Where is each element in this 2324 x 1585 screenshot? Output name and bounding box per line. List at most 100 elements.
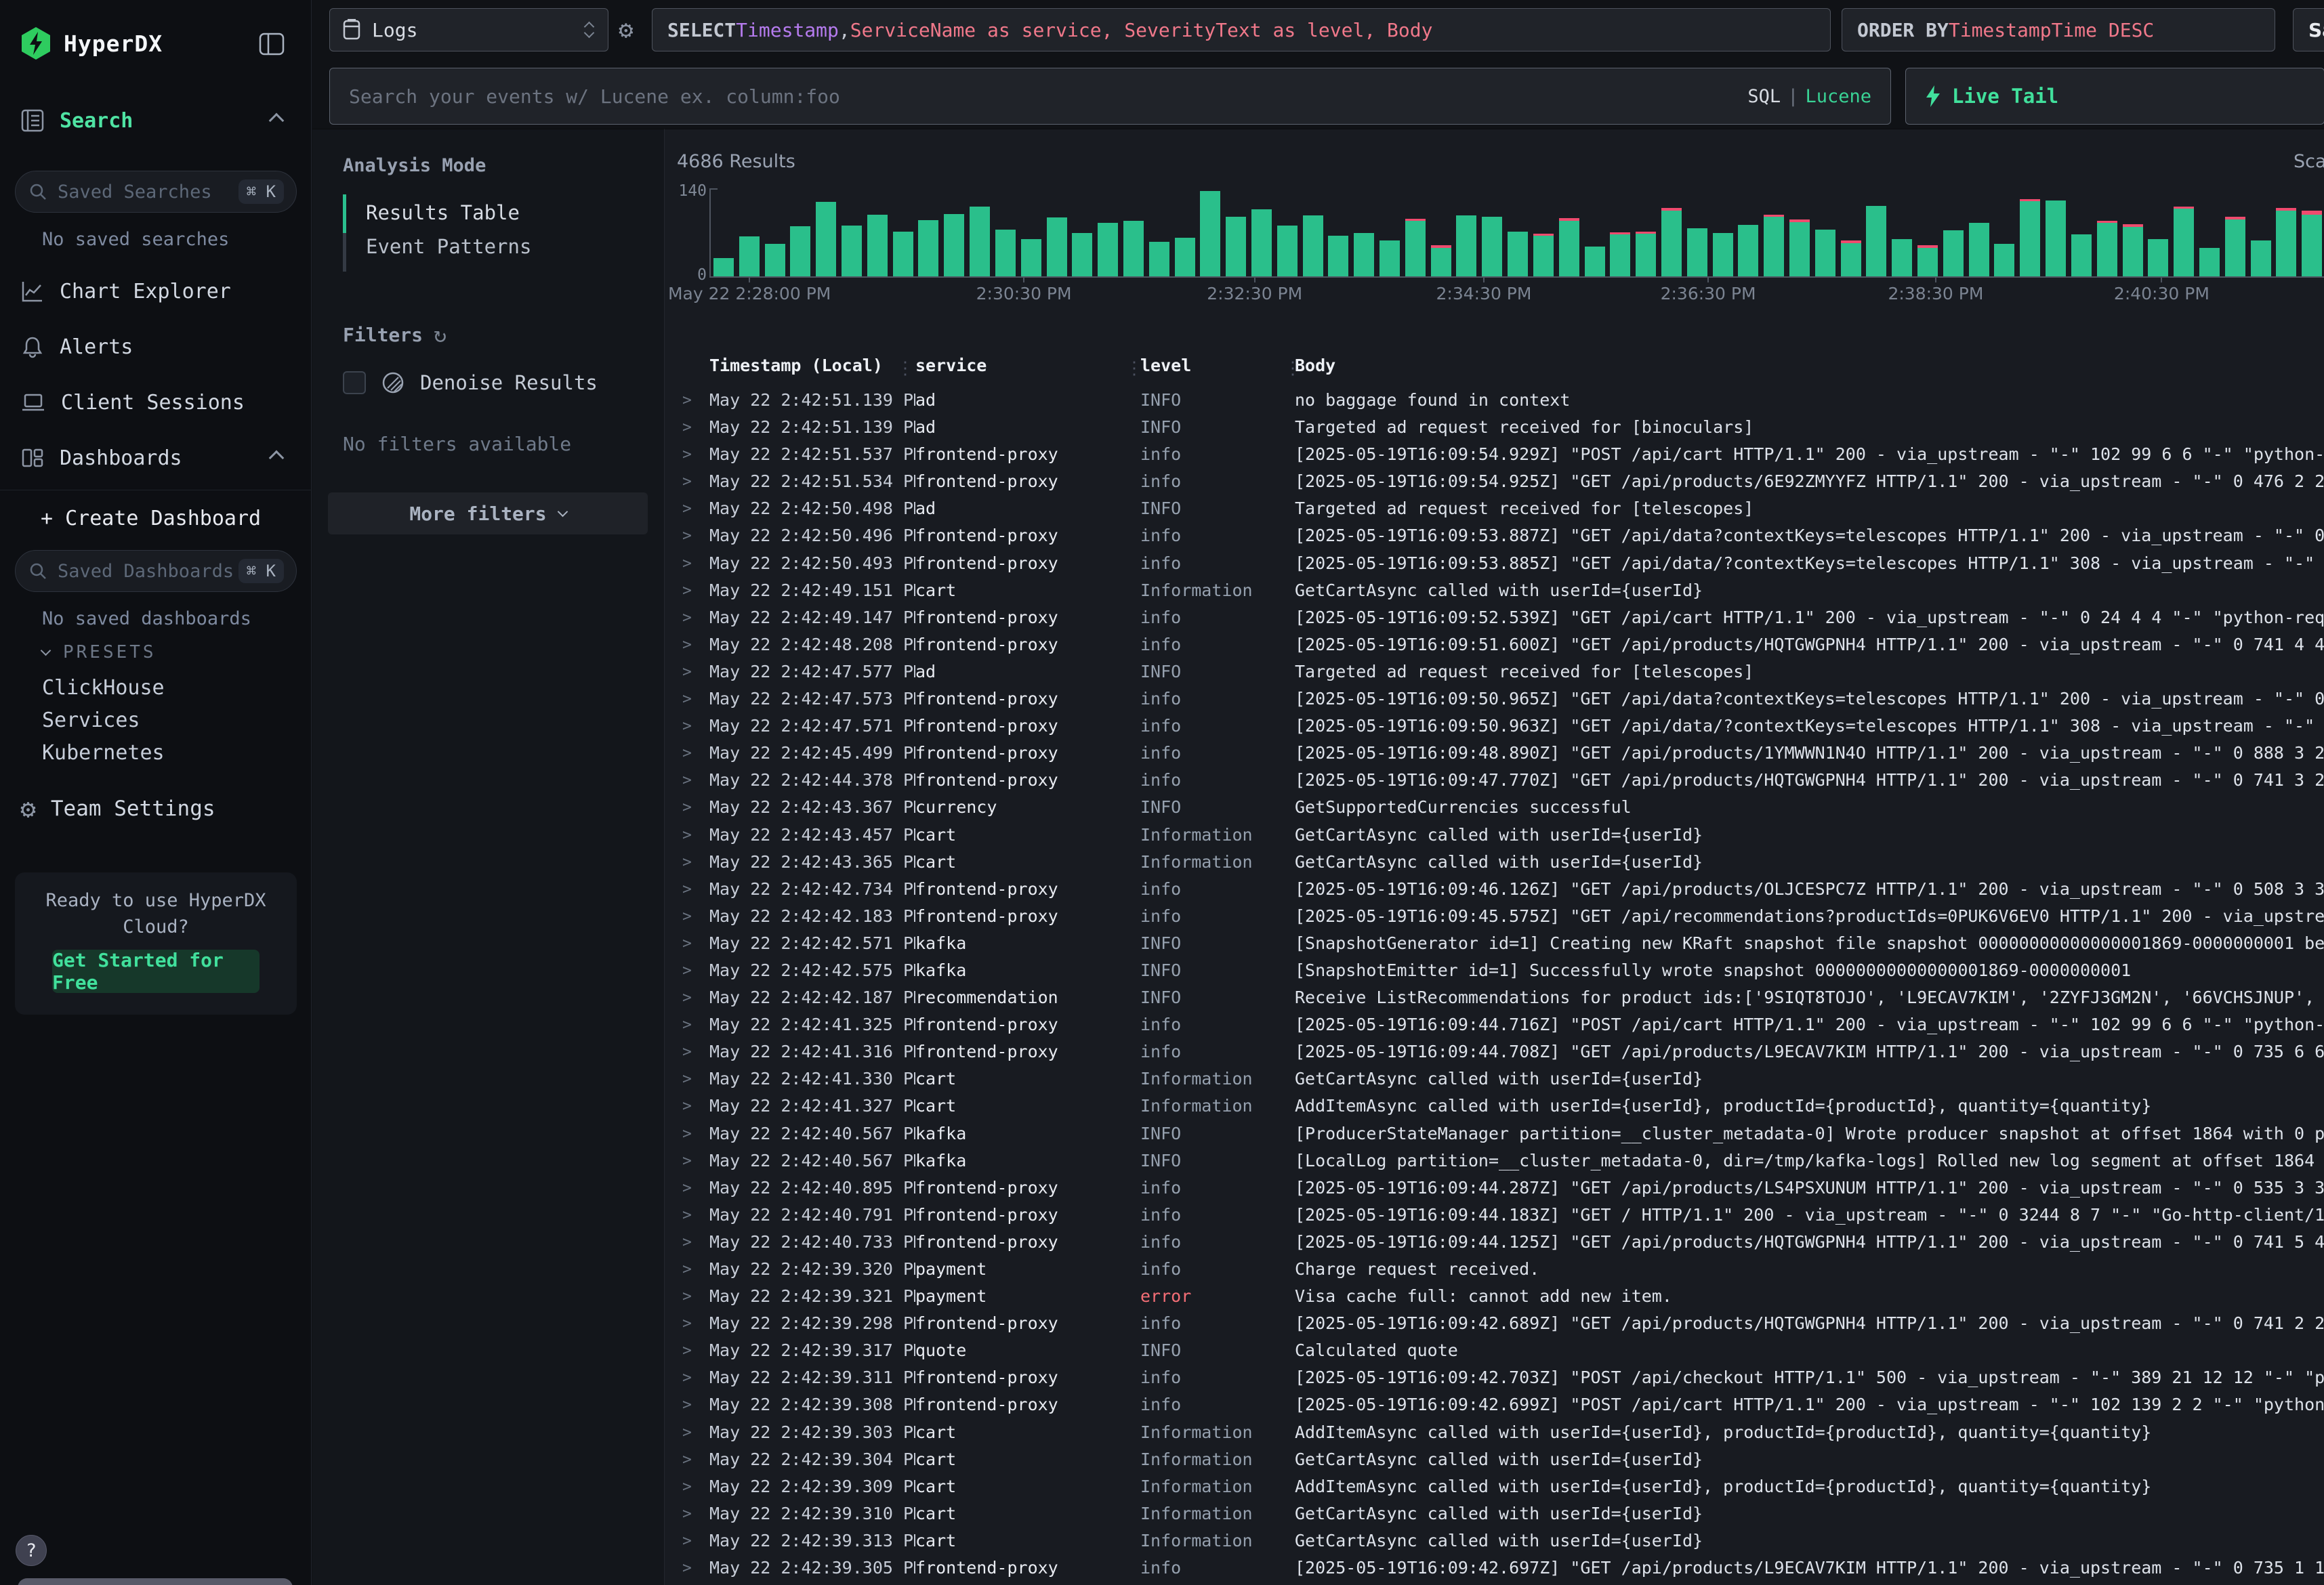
histogram-bar[interactable] <box>918 190 938 276</box>
histogram-bar[interactable] <box>2148 190 2168 276</box>
table-row[interactable]: >May 22 2:42:39.309 PMcartInformationAdd… <box>678 1473 2324 1500</box>
table-row[interactable]: >May 22 2:42:49.147 PMfrontend-proxyinfo… <box>678 604 2324 631</box>
histogram-bar[interactable] <box>1917 190 1938 276</box>
table-row[interactable]: >May 22 2:42:42.571 PMkafkaINFO[Snapshot… <box>678 930 2324 957</box>
table-row[interactable]: >May 22 2:42:47.573 PMfrontend-proxyinfo… <box>678 685 2324 713</box>
table-row[interactable]: >May 22 2:42:45.499 PMfrontend-proxyinfo… <box>678 740 2324 767</box>
histogram-bar[interactable] <box>2225 190 2245 276</box>
table-row[interactable]: >May 22 2:42:40.895 PMfrontend-proxyinfo… <box>678 1175 2324 1202</box>
sidebar-item-client-sessions[interactable]: Client Sessions <box>20 390 291 415</box>
histogram-bar[interactable] <box>1303 190 1323 276</box>
histogram-bar[interactable] <box>1456 190 1476 276</box>
histogram-bar[interactable] <box>1482 190 1502 276</box>
lucene-search-input[interactable]: Search your events w/ Lucene ex. column:… <box>329 68 1891 125</box>
table-row[interactable]: >May 22 2:42:50.496 PMfrontend-proxyinfo… <box>678 522 2324 549</box>
histogram-bar[interactable] <box>790 190 810 276</box>
table-row[interactable]: >May 22 2:42:41.327 PMcartInformationAdd… <box>678 1093 2324 1120</box>
collapse-sidebar-icon[interactable] <box>259 31 285 57</box>
table-row[interactable]: >May 22 2:42:41.316 PMfrontend-proxyinfo… <box>678 1038 2324 1065</box>
histogram-bar[interactable] <box>995 190 1016 276</box>
orderby-input[interactable]: ORDER BY TimestampTime DESC <box>1842 8 2275 51</box>
mode-results-table[interactable]: Results Table <box>366 201 520 224</box>
sidebar-item-search[interactable]: Search <box>20 108 291 133</box>
histogram-bar[interactable] <box>1533 190 1554 276</box>
table-row[interactable]: >May 22 2:42:39.308 PMfrontend-proxyinfo… <box>678 1391 2324 1418</box>
histogram-bar[interactable] <box>1431 190 1451 276</box>
histogram-bar[interactable] <box>1405 190 1426 276</box>
histogram-bar[interactable] <box>1175 190 1195 276</box>
table-row[interactable]: >May 22 2:42:39.300 PMfrontend-proxyinfo… <box>678 1582 2324 1585</box>
presets-collapse[interactable]: PRESETS <box>42 642 157 662</box>
histogram-bar[interactable] <box>1328 190 1348 276</box>
sidebar-item-alerts[interactable]: Alerts <box>20 335 291 359</box>
histogram-bar[interactable] <box>1251 190 1272 276</box>
histogram-bar[interactable] <box>816 190 836 276</box>
histogram-bar[interactable] <box>1226 190 1246 276</box>
table-row[interactable]: >May 22 2:42:40.567 PMkafkaINFO[LocalLog… <box>678 1147 2324 1175</box>
table-row[interactable]: >May 22 2:42:39.304 PMcartInformationGet… <box>678 1446 2324 1473</box>
histogram-bar[interactable] <box>1354 190 1374 276</box>
histogram-bar[interactable] <box>1021 190 1041 276</box>
table-row[interactable]: >May 22 2:42:47.577 PMadINFOTargeted ad … <box>678 658 2324 685</box>
column-resize-handle[interactable]: ⋮ <box>896 358 914 379</box>
table-row[interactable]: >May 22 2:42:44.378 PMfrontend-proxyinfo… <box>678 767 2324 794</box>
table-row[interactable]: >May 22 2:42:51.534 PMfrontend-proxyinfo… <box>678 468 2324 495</box>
histogram-bar[interactable] <box>1277 190 1298 276</box>
histogram-bar[interactable] <box>2071 190 2092 276</box>
refresh-filters-icon[interactable]: ↻ <box>434 322 447 347</box>
col-timestamp[interactable]: Timestamp (Local) <box>709 356 915 385</box>
source-settings-gear-icon[interactable]: ⚙ <box>619 16 634 44</box>
table-row[interactable]: >May 22 2:42:42.183 PMfrontend-proxyinfo… <box>678 903 2324 930</box>
table-row[interactable]: >May 22 2:42:39.305 PMfrontend-proxyinfo… <box>678 1555 2324 1582</box>
saved-searches-input[interactable]: Saved Searches ⌘ K <box>15 171 297 213</box>
table-row[interactable]: >May 22 2:42:50.493 PMfrontend-proxyinfo… <box>678 550 2324 577</box>
sidebar-item-dashboards[interactable]: Dashboards <box>20 446 291 470</box>
histogram-bar[interactable] <box>2199 190 2220 276</box>
table-row[interactable]: >May 22 2:42:39.311 PMfrontend-proxyinfo… <box>678 1364 2324 1391</box>
preset-services[interactable]: Services <box>42 709 140 732</box>
more-filters-button[interactable]: More filters <box>328 492 648 534</box>
histogram-bar[interactable] <box>2020 190 2040 276</box>
table-row[interactable]: >May 22 2:42:43.365 PMcartInformationGet… <box>678 849 2324 876</box>
column-resize-handle[interactable]: ⋮ <box>1284 358 1302 379</box>
histogram-bar[interactable] <box>1508 190 1528 276</box>
sidebar-item-chart-explorer[interactable]: Chart Explorer <box>20 279 291 303</box>
denoise-checkbox[interactable] <box>343 371 366 394</box>
histogram-bar[interactable] <box>970 190 990 276</box>
histogram-bar[interactable] <box>2302 190 2322 276</box>
logo[interactable]: HyperDX <box>20 28 291 58</box>
histogram-bar[interactable] <box>842 190 862 276</box>
table-row[interactable]: >May 22 2:42:41.330 PMcartInformationGet… <box>678 1065 2324 1093</box>
preset-clickhouse[interactable]: ClickHouse <box>42 676 165 700</box>
histogram-bar[interactable] <box>1943 190 1964 276</box>
column-resize-handle[interactable]: ⋮ <box>1125 358 1143 379</box>
histogram-bar[interactable] <box>1738 190 1758 276</box>
table-row[interactable]: >May 22 2:42:42.187 PMrecommendationINFO… <box>678 984 2324 1011</box>
mode-event-patterns[interactable]: Event Patterns <box>366 235 531 258</box>
table-row[interactable]: >May 22 2:42:39.321 PMpaymenterrorVisa c… <box>678 1283 2324 1310</box>
histogram-bar[interactable] <box>893 190 913 276</box>
histogram-bar[interactable] <box>1687 190 1707 276</box>
create-dashboard-button[interactable]: + Create Dashboard <box>41 507 261 530</box>
select-columns-input[interactable]: SELECT Timestamp, ServiceName as service… <box>652 8 1831 51</box>
histogram-bar[interactable] <box>1764 190 1784 276</box>
histogram-bar[interactable] <box>1610 190 1630 276</box>
histogram-bar[interactable] <box>1994 190 2014 276</box>
histogram-bar[interactable] <box>1047 190 1067 276</box>
histogram-bar[interactable] <box>1815 190 1835 276</box>
histogram-bar[interactable] <box>1200 190 1220 276</box>
get-started-button[interactable]: Get Started for Free <box>52 950 260 993</box>
table-row[interactable]: >May 22 2:42:51.139 PMadINFOTargeted ad … <box>678 414 2324 441</box>
help-button[interactable]: ? <box>16 1535 47 1566</box>
bottom-widget-sliver[interactable] <box>18 1578 293 1585</box>
table-row[interactable]: >May 22 2:42:47.571 PMfrontend-proxyinfo… <box>678 713 2324 740</box>
histogram-bar[interactable] <box>1636 190 1656 276</box>
table-row[interactable]: >May 22 2:42:40.791 PMfrontend-proxyinfo… <box>678 1202 2324 1229</box>
histogram-bar[interactable] <box>2251 190 2271 276</box>
table-row[interactable]: >May 22 2:42:39.320 PMpaymentinfoCharge … <box>678 1256 2324 1283</box>
table-row[interactable]: >May 22 2:42:39.313 PMcartInformationGet… <box>678 1527 2324 1555</box>
histogram-bar[interactable] <box>2097 190 2117 276</box>
histogram-bar[interactable] <box>739 190 760 276</box>
table-row[interactable]: >May 22 2:42:42.734 PMfrontend-proxyinfo… <box>678 876 2324 903</box>
histogram-bar[interactable] <box>1585 190 1605 276</box>
